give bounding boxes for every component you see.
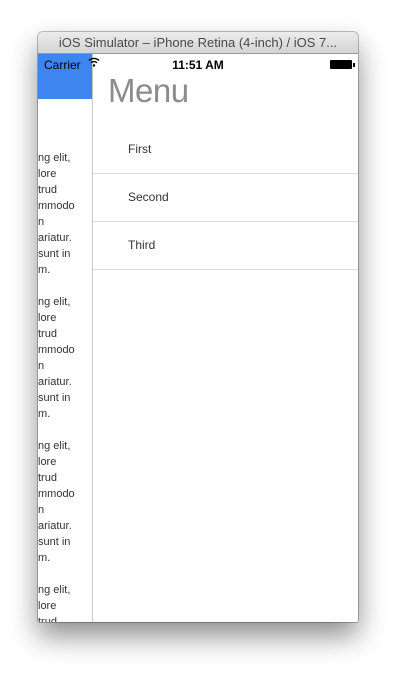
menu-list: First Second Third: [93, 126, 358, 270]
device-screen: ng elit, lore trud mmodo n ariatur. sunt…: [38, 54, 358, 622]
menu-item-label: Second: [128, 190, 169, 204]
paragraph-line: lore: [38, 312, 57, 324]
menu-item-second[interactable]: Second: [93, 174, 358, 222]
paragraph-line: n: [38, 504, 45, 516]
main-content-panel[interactable]: ng elit, lore trud mmodo n ariatur. sunt…: [38, 54, 93, 622]
paragraph-line: lore: [38, 600, 57, 612]
paragraph-line: ng elit,: [38, 296, 71, 308]
paragraph-line: ariatur.: [38, 376, 72, 388]
paragraph-line: trud: [38, 328, 57, 340]
paragraph-line: ng elit,: [38, 584, 71, 596]
paragraph-line: lore: [38, 456, 57, 468]
paragraph-line: trud: [38, 184, 57, 196]
paragraph-line: m.: [38, 264, 51, 276]
paragraph-line: sunt in: [38, 536, 71, 548]
paragraph-line: sunt in: [38, 248, 71, 260]
paragraph-line: trud: [38, 616, 57, 622]
paragraph-line: lore: [38, 168, 57, 180]
paragraph-line: trud: [38, 472, 57, 484]
paragraph-2: ng elit, lore trud mmodo n ariatur. sunt…: [38, 294, 92, 422]
paragraph-line: m.: [38, 408, 51, 420]
window-title: iOS Simulator – iPhone Retina (4-inch) /…: [38, 32, 358, 54]
paragraph-line: m.: [38, 552, 51, 564]
paragraph-line: mmodo: [38, 344, 75, 356]
paragraph-3: ng elit, lore trud mmodo n ariatur. sunt…: [38, 438, 92, 566]
menu-item-third[interactable]: Third: [93, 222, 358, 270]
status-bar: Carrier 11:51 AM: [38, 54, 358, 74]
paragraph-line: mmodo: [38, 200, 75, 212]
paragraph-line: sunt in: [38, 392, 71, 404]
status-time: 11:51 AM: [172, 58, 224, 72]
paragraph-line: ariatur.: [38, 232, 72, 244]
paragraph-4: ng elit, lore trud: [38, 582, 92, 622]
paragraph-line: ng elit,: [38, 152, 71, 164]
menu-item-label: Third: [128, 238, 156, 252]
paragraph-line: n: [38, 216, 45, 228]
menu-title: Menu: [108, 72, 189, 109]
paragraph-line: ng elit,: [38, 440, 71, 452]
menu-item-label: First: [128, 142, 152, 156]
menu-item-first[interactable]: First: [93, 126, 358, 174]
battery-icon: [330, 60, 355, 69]
paragraph-1: ng elit, lore trud mmodo n ariatur. sunt…: [38, 150, 92, 278]
paragraph-line: mmodo: [38, 488, 75, 500]
paragraph-line: n: [38, 360, 45, 372]
simulator-window: iOS Simulator – iPhone Retina (4-inch) /…: [38, 32, 358, 622]
paragraph-line: ariatur.: [38, 520, 72, 532]
side-menu: Menu First Second Third: [93, 54, 358, 622]
